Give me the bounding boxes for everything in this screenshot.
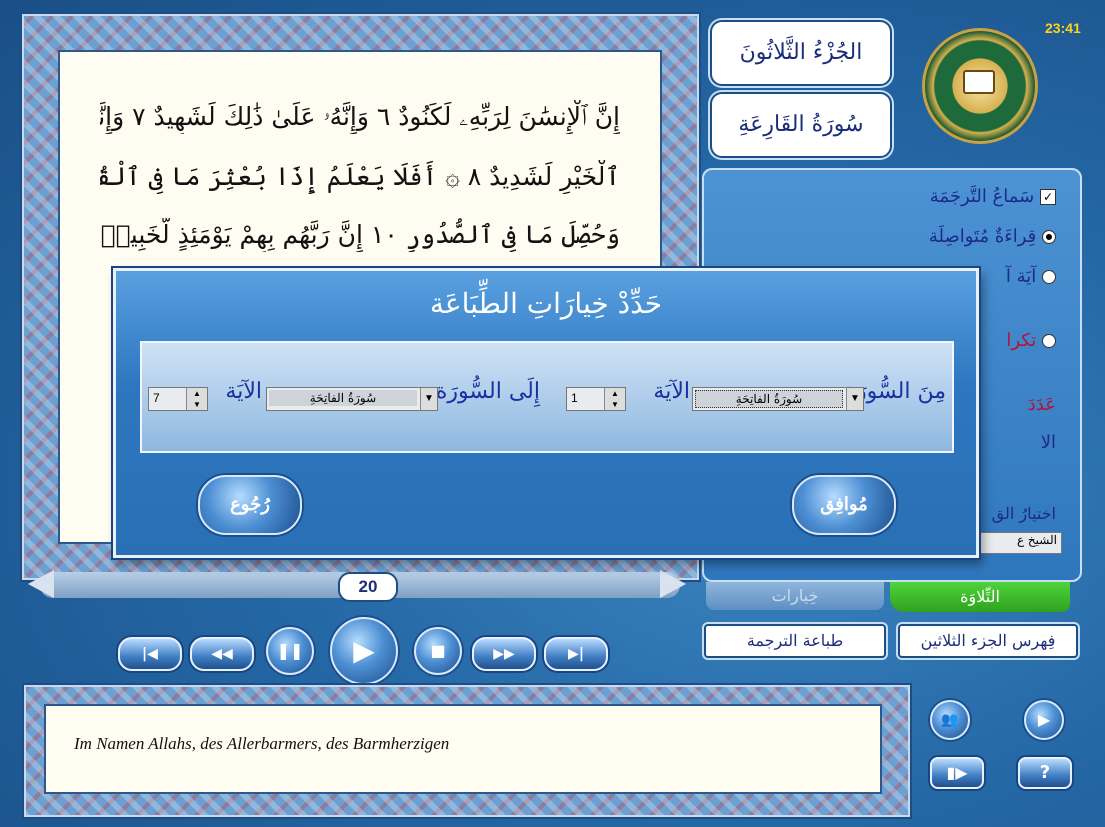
ok-button-label: مُوافِق	[820, 494, 868, 515]
first-track-button[interactable]: |◀	[118, 637, 182, 671]
tab-options[interactable]: خِيارات	[706, 582, 884, 610]
page-number: 20	[338, 572, 398, 602]
repeat-al-label: الا	[1040, 432, 1056, 453]
last-track-button[interactable]: ▶|	[544, 637, 608, 671]
from-surah-value: سُورَةُ الفاتِحَةِ	[695, 390, 843, 408]
radio-selected[interactable]	[1042, 230, 1056, 244]
tab-recitation-label: التِّلاوَة	[960, 587, 1000, 606]
from-ayah-spinner[interactable]: 1 ▲ ▼	[566, 387, 626, 411]
rewind-button[interactable]: ◀◀	[190, 637, 254, 671]
to-ayah-label: الآيَة	[225, 379, 262, 404]
option-continuous-reading-label: قِراءَةٌ مُتَواصِلَة	[928, 226, 1037, 247]
spinner-arrows-icon[interactable]: ▲ ▼	[186, 388, 207, 410]
ok-button[interactable]: مُوافِق	[792, 475, 896, 535]
radio[interactable]	[1042, 334, 1056, 348]
dialog-title: حَدِّدْ خِيارَاتِ الطِّبَاعَة	[429, 287, 663, 320]
option-listen-translation-label: سَماعُ التَّرجَمَة	[929, 186, 1035, 207]
back-button[interactable]: رُجُوع	[198, 475, 302, 535]
translation-text: Im Namen Allahs, des Allerbarmers, des B…	[74, 734, 450, 753]
book-icon	[963, 70, 995, 94]
exit-door-icon: ▮▶	[946, 763, 968, 782]
pause-button[interactable]: ❚❚	[266, 627, 314, 675]
checkbox[interactable]: ✓	[1040, 189, 1056, 205]
repeat-count-label: عَدَدَ	[1027, 394, 1056, 415]
juz-title: الجُزْءُ الثَّلاثُونَ	[710, 20, 892, 86]
people-icon: 👥	[941, 712, 959, 728]
exit-button[interactable]: ▮▶	[930, 757, 984, 789]
reciter-label: اختيارُ الق	[991, 504, 1056, 523]
from-ayah-value: 1	[571, 391, 578, 405]
to-ayah-spinner[interactable]: 7 ▲ ▼	[148, 387, 208, 411]
from-ayah-label: الآيَة	[653, 379, 690, 404]
translation-box: Im Namen Allahs, des Allerbarmers, des B…	[44, 704, 882, 794]
print-options-dialog: حَدِّدْ خِيارَاتِ الطِّبَاعَة مِنَ السُّ…	[113, 268, 979, 558]
prev-page-arrow-icon[interactable]	[28, 570, 54, 598]
clock: 23:41	[1045, 20, 1081, 36]
help-icon: ?	[1039, 762, 1051, 783]
to-surah-value: سُورَةُ الفاتِحَةِ	[269, 390, 417, 406]
reciter-select-value: الشيخ ع	[1016, 533, 1057, 547]
option-continuous-reading[interactable]: قِراءَةٌ مُتَواصِلَة	[929, 226, 1056, 247]
play-small-button[interactable]: ▶	[1024, 700, 1064, 740]
option-repeat-label: تكرا	[1006, 330, 1037, 351]
juz-index-button[interactable]: فِهرس الجزء الثلاثين	[898, 624, 1078, 658]
chevron-down-icon[interactable]: ▼	[420, 388, 437, 410]
reciters-button[interactable]: 👥	[930, 700, 970, 740]
quran-line-1: إِنَّ ٱلْإِنسَٰنَ لِرَبِّهِۦ لَكَنُودٌ ٦…	[100, 102, 620, 131]
from-surah-select[interactable]: ▼ سُورَةُ الفاتِحَةِ	[692, 387, 864, 411]
fast-forward-button[interactable]: ▶▶	[472, 637, 536, 671]
option-ayah-label: آيَة آ	[1005, 266, 1037, 287]
next-page-arrow-icon[interactable]	[660, 570, 686, 598]
back-button-label: رُجُوع	[230, 494, 270, 515]
to-surah-label: إِلَى السُّورَة	[435, 379, 540, 404]
tab-recitation[interactable]: التِّلاوَة	[890, 582, 1070, 612]
to-ayah-value: 7	[153, 391, 160, 405]
print-translation-button[interactable]: طباعة الترجمة	[704, 624, 886, 658]
radio[interactable]	[1042, 270, 1056, 284]
dialog-fields-panel: مِنَ السُّورَة ▼ سُورَةُ الفاتِحَةِ الآي…	[140, 341, 954, 453]
tab-options-label: خِيارات	[771, 586, 819, 605]
chevron-down-icon[interactable]: ▼	[846, 388, 863, 410]
to-surah-select[interactable]: ▼ سُورَةُ الفاتِحَةِ	[266, 387, 438, 411]
option-listen-translation[interactable]: ✓ سَماعُ التَّرجَمَة	[930, 186, 1056, 207]
spinner-arrows-icon[interactable]: ▲ ▼	[604, 388, 625, 410]
quran-line-3: وَحُصِّلَ مَا فِى ٱلصُّدُورِ ١٠ إِنَّ رَ…	[100, 220, 620, 249]
option-repeat[interactable]: تكرا	[1006, 330, 1056, 351]
quran-line-2: ٱلْخَيْرِ لَشَدِيدٌ ٨ ۞ أَفَلَا يَعْلَمُ…	[100, 162, 620, 191]
stop-button[interactable]: ■	[414, 627, 462, 675]
help-button[interactable]: ?	[1018, 757, 1072, 789]
play-button[interactable]: ▶	[330, 617, 398, 685]
surah-title: سُورَةُ القَارِعَةِ	[710, 92, 892, 158]
option-ayah[interactable]: آيَة آ	[1006, 266, 1056, 287]
